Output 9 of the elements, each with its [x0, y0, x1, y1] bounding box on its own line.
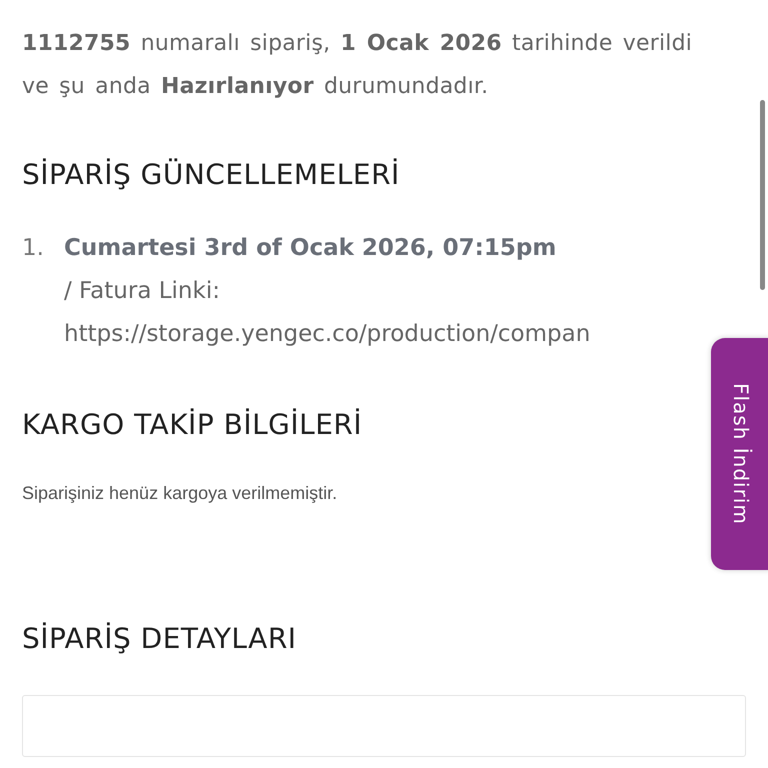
section-title: SİPARİŞ GÜNCELLEMELERİ: [22, 158, 400, 191]
invoice-link[interactable]: https://storage.yengec.co/production/compan: [64, 313, 590, 356]
order-summary: 1112755 numaralı sipariş, 1 Ocak 2026 tarihinde verildi ve şu anda Hazırlanıyor durumundadır.: [22, 30, 694, 101]
list-number: 1.: [22, 234, 45, 263]
section-title: KARGO TAKİP BİLGİLERİ: [22, 408, 362, 441]
section-title: SİPARİŞ DETAYLARI: [22, 622, 297, 655]
update-note: / Fatura Linki:: [64, 277, 221, 306]
flash-sale-tab[interactable]: Flash İndirim: [711, 338, 768, 570]
update-date: Cumartesi 3rd of Ocak 2026, 07:15pm: [64, 234, 558, 263]
